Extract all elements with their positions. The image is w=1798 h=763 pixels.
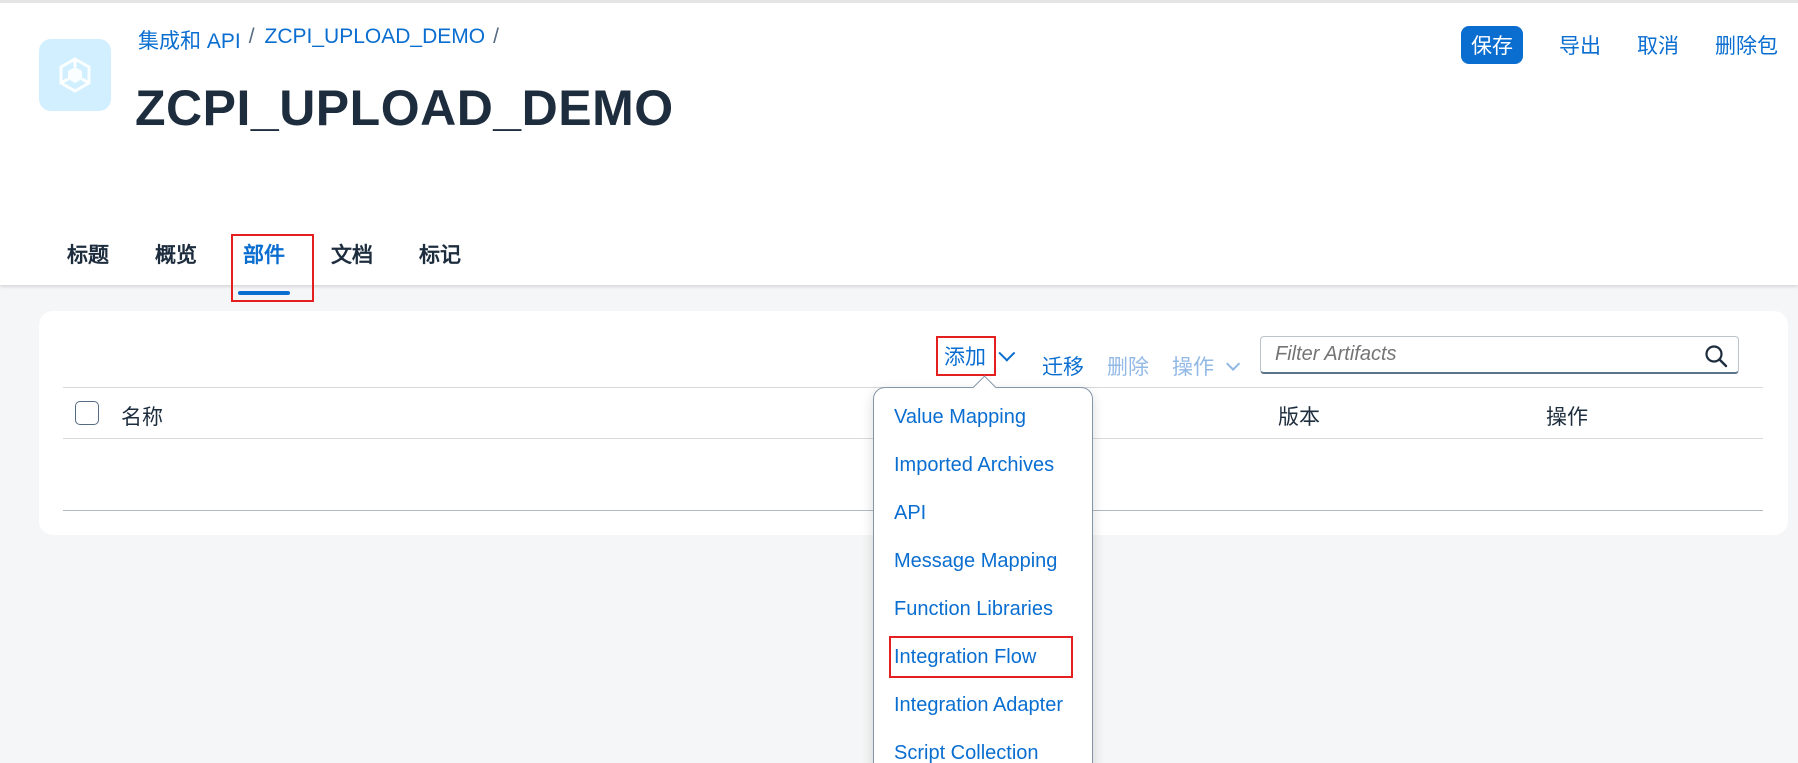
tab-documents[interactable]: 文档 bbox=[331, 239, 373, 269]
highlight-box-tab bbox=[231, 234, 314, 302]
menu-item-integration-adapter[interactable]: Integration Adapter bbox=[894, 694, 1063, 717]
tab-header[interactable]: 标题 bbox=[67, 239, 109, 269]
menu-item-api[interactable]: API bbox=[894, 502, 926, 525]
menu-item-message-mapping[interactable]: Message Mapping bbox=[894, 550, 1057, 573]
column-header-actions[interactable]: 操作 bbox=[1546, 401, 1588, 431]
delete-package-button[interactable]: 删除包 bbox=[1715, 30, 1778, 60]
actions-menu-label: 操作 bbox=[1172, 356, 1214, 379]
breadcrumb-separator: / bbox=[248, 25, 255, 48]
column-header-version[interactable]: 版本 bbox=[1278, 401, 1320, 431]
actions-menu-button[interactable]: 操作 bbox=[1172, 351, 1241, 381]
menu-item-value-mapping[interactable]: Value Mapping bbox=[894, 406, 1026, 429]
highlight-box-integration-flow bbox=[889, 636, 1073, 678]
filter-artifacts-input[interactable] bbox=[1275, 343, 1695, 366]
save-button[interactable]: 保存 bbox=[1461, 26, 1523, 64]
breadcrumb-link-package[interactable]: ZCPI_UPLOAD_DEMO bbox=[265, 25, 486, 55]
breadcrumb-link-integration[interactable]: 集成和 API bbox=[138, 25, 241, 55]
search-field[interactable] bbox=[1260, 336, 1739, 374]
header-actions: 保存 导出 取消 删除包 bbox=[1461, 26, 1778, 64]
export-button[interactable]: 导出 bbox=[1559, 30, 1601, 60]
page-title: ZCPI_UPLOAD_DEMO bbox=[135, 80, 674, 136]
tab-overview[interactable]: 概览 bbox=[155, 239, 197, 269]
search-icon[interactable] bbox=[1704, 344, 1728, 373]
delete-button[interactable]: 删除 bbox=[1107, 351, 1149, 381]
chevron-down-icon bbox=[1226, 356, 1241, 371]
menu-item-function-libraries[interactable]: Function Libraries bbox=[894, 598, 1053, 621]
column-header-name[interactable]: 名称 bbox=[121, 401, 163, 431]
cancel-button[interactable]: 取消 bbox=[1637, 30, 1679, 60]
migrate-button[interactable]: 迁移 bbox=[1042, 351, 1084, 381]
tab-tags[interactable]: 标记 bbox=[419, 239, 461, 269]
breadcrumb: 集成和 API / ZCPI_UPLOAD_DEMO / bbox=[138, 25, 509, 55]
highlight-box-add bbox=[936, 336, 996, 376]
add-menu-popover: Value Mapping Imported Archives API Mess… bbox=[873, 387, 1093, 763]
select-all-checkbox[interactable] bbox=[75, 401, 99, 425]
menu-item-script-collection[interactable]: Script Collection bbox=[894, 742, 1039, 763]
breadcrumb-separator: / bbox=[493, 25, 499, 48]
cube-package-icon bbox=[39, 39, 111, 111]
menu-item-imported-archives[interactable]: Imported Archives bbox=[894, 454, 1054, 477]
